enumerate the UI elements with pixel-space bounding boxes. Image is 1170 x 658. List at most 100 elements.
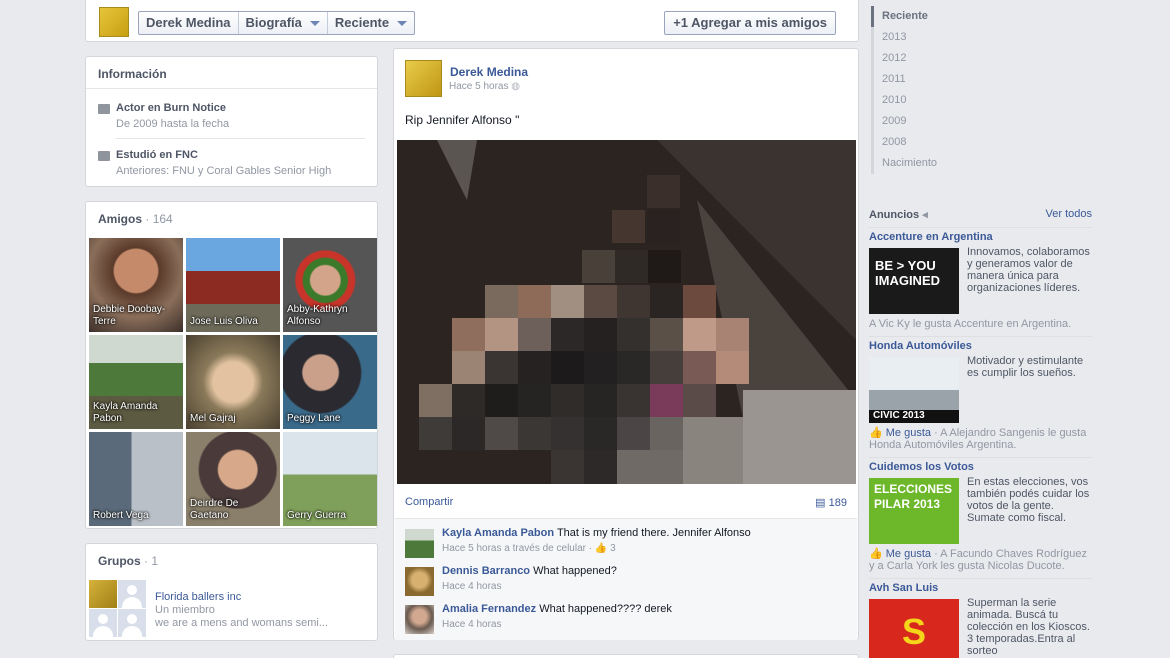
friend-name: Debbie Doobay-Terre: [93, 304, 166, 327]
default-avatar-icon: [118, 580, 146, 608]
comment-author[interactable]: Kayla Amanda Pabon: [442, 527, 554, 539]
post-time-text: Hace 5 horas: [449, 81, 509, 92]
globe-icon: ◍: [511, 81, 520, 92]
friend-tile[interactable]: Jose Luis Oliva: [186, 238, 280, 332]
comment-author[interactable]: Amalia Fernandez: [442, 603, 536, 615]
profile-thumbnail[interactable]: [99, 7, 129, 37]
timeline-year[interactable]: 2008: [871, 132, 966, 153]
like-link[interactable]: 👍 Me gusta: [869, 548, 931, 560]
ad-item[interactable]: Honda Automóviles CIVIC 2013 Motivador y…: [869, 336, 1092, 457]
recent-dropdown[interactable]: Reciente: [328, 12, 414, 34]
education-line[interactable]: Estudió en FNC: [116, 149, 331, 161]
profile-header-bar: Derek Medina Biografía Reciente +1 Agreg…: [85, 0, 859, 42]
like-link[interactable]: 👍 Me gusta: [869, 427, 931, 439]
next-post-edge: [393, 654, 859, 658]
comment-count[interactable]: ▤ 189: [815, 496, 847, 509]
comment-body: Dennis Barranco What happened?: [442, 565, 617, 577]
post-author[interactable]: Derek Medina: [450, 65, 528, 79]
friend-tile[interactable]: Peggy Lane: [283, 335, 377, 429]
chevron-down-icon: [309, 20, 320, 26]
info-card: Información Actor en Burn Notice De 2009…: [85, 56, 378, 187]
info-title: Información: [86, 57, 377, 89]
friends-grid: Debbie Doobay-Terre Jose Luis Oliva Abby…: [89, 238, 377, 526]
profile-name-link[interactable]: Derek Medina: [139, 12, 239, 34]
comment-icon: ▤: [815, 497, 826, 509]
comment-author[interactable]: Dennis Barranco: [442, 565, 530, 577]
ads-column: Anuncios ◂ Ver todos Accenture en Argent…: [869, 208, 1092, 658]
timeline-post: Derek Medina Hace 5 horas ◍ Rip Jennifer…: [393, 48, 859, 640]
group-name[interactable]: Florida ballers inc: [155, 591, 328, 604]
timeline-year[interactable]: 2013: [871, 27, 966, 48]
groups-title[interactable]: Grupos: [98, 554, 141, 568]
commenter-avatar[interactable]: [405, 605, 434, 634]
timeline-year[interactable]: 2009: [871, 111, 966, 132]
post-photo[interactable]: [397, 140, 856, 484]
default-avatar-icon: [118, 609, 146, 637]
ad-image[interactable]: CIVIC 2013: [869, 357, 959, 423]
friend-tile[interactable]: Mel Gajraj: [186, 335, 280, 429]
friend-tile[interactable]: Deirdre De Gaetano: [186, 432, 280, 526]
commenter-avatar[interactable]: [405, 567, 434, 596]
default-avatar-icon: [89, 609, 117, 637]
comment-meta: Hace 4 horas: [442, 581, 502, 592]
friends-title[interactable]: Amigos: [98, 212, 142, 226]
ad-item[interactable]: Accenture en Argentina BE > YOU IMAGINED…: [869, 227, 1092, 336]
comment-text: What happened?: [533, 565, 617, 577]
ad-item[interactable]: Cuidemos los Votos ELECCIONES PILAR 2013…: [869, 457, 1092, 578]
ad-image[interactable]: BE > YOU IMAGINED: [869, 248, 959, 314]
ad-image[interactable]: ELECCIONES PILAR 2013: [869, 478, 959, 544]
comment-meta: Hace 5 horas a través de celular · 👍 3: [442, 543, 616, 554]
pixelated-photo: [397, 140, 856, 484]
friend-tile[interactable]: Abby-Kathryn Alfonso: [283, 238, 377, 332]
ad-image-text: BE > YOU IMAGINED: [875, 258, 940, 288]
ad-description: Motivador y estimulante es cumplir los s…: [967, 355, 1084, 379]
work-line[interactable]: Actor en Burn Notice: [116, 102, 229, 114]
timeline-year[interactable]: 2011: [871, 69, 966, 90]
group-members: Un miembro: [155, 604, 215, 616]
post-timestamp[interactable]: Hace 5 horas ◍: [449, 81, 520, 92]
briefcase-icon: [98, 104, 110, 114]
timeline-year[interactable]: Nacimiento: [871, 153, 966, 174]
friend-name: Peggy Lane: [287, 413, 341, 424]
author-avatar[interactable]: [405, 60, 442, 97]
friends-card: Amigos · 164 Debbie Doobay-Terre Jose Lu…: [85, 201, 378, 529]
chevron-down-icon: [397, 20, 408, 26]
friend-name: Abby-Kathryn Alfonso: [287, 304, 348, 327]
ad-title[interactable]: Cuidemos los Votos: [869, 461, 1092, 473]
ads-header: Anuncios ◂ Ver todos: [869, 208, 1092, 224]
like-label: Me gusta: [885, 548, 932, 560]
ad-title[interactable]: Honda Automóviles: [869, 340, 1092, 352]
timeline-year[interactable]: 2012: [871, 48, 966, 69]
comment-count-value: 189: [828, 497, 847, 509]
like-label: Me gusta: [885, 427, 932, 439]
ad-title[interactable]: Accenture en Argentina: [869, 231, 1092, 243]
post-text: Rip Jennifer Alfonso ": [405, 113, 520, 127]
groups-card: Grupos · 1 Florida ballers inc Un miembr…: [85, 543, 378, 641]
friend-tile[interactable]: Kayla Amanda Pabon: [89, 335, 183, 429]
groups-header: Grupos · 1: [86, 544, 377, 576]
recent-label: Reciente: [334, 15, 390, 30]
friend-name: Robert Vega: [93, 510, 149, 521]
timeline-year[interactable]: Reciente: [871, 6, 966, 27]
ad-title[interactable]: Avh San Luis: [869, 582, 1092, 594]
commenter-avatar[interactable]: [405, 529, 434, 558]
share-link[interactable]: Compartir: [405, 496, 453, 509]
add-friend-button[interactable]: +1 Agregar a mis amigos: [664, 11, 836, 35]
ad-social-context: 👍 Me gusta · A Alejandro Sangenis le gus…: [869, 427, 1092, 451]
friend-tile[interactable]: Gerry Guerra: [283, 432, 377, 526]
ad-item[interactable]: Avh San Luis S Superman la serie animada…: [869, 578, 1092, 658]
friend-tile[interactable]: Robert Vega: [89, 432, 183, 526]
friend-tile[interactable]: Debbie Doobay-Terre: [89, 238, 183, 332]
comment-body: Kayla Amanda Pabon That is my friend the…: [442, 527, 751, 539]
biography-dropdown[interactable]: Biografía: [239, 12, 328, 34]
group-thumbnails[interactable]: [89, 580, 146, 637]
see-all-ads-link[interactable]: Ver todos: [1046, 208, 1092, 224]
group-info: Florida ballers inc Un miembro we are a …: [155, 591, 328, 630]
ad-image-text: S: [901, 611, 926, 652]
post-actions: Compartir ▤ 189: [405, 496, 847, 509]
friend-name: Deirdre De Gaetano: [190, 498, 239, 521]
ad-image[interactable]: S: [869, 599, 959, 658]
timeline-year[interactable]: 2010: [871, 90, 966, 111]
comment-text: What happened???? derek: [539, 603, 672, 615]
ad-social-context: 👍 Me gusta · A Facundo Chaves Rodríguez …: [869, 548, 1092, 572]
